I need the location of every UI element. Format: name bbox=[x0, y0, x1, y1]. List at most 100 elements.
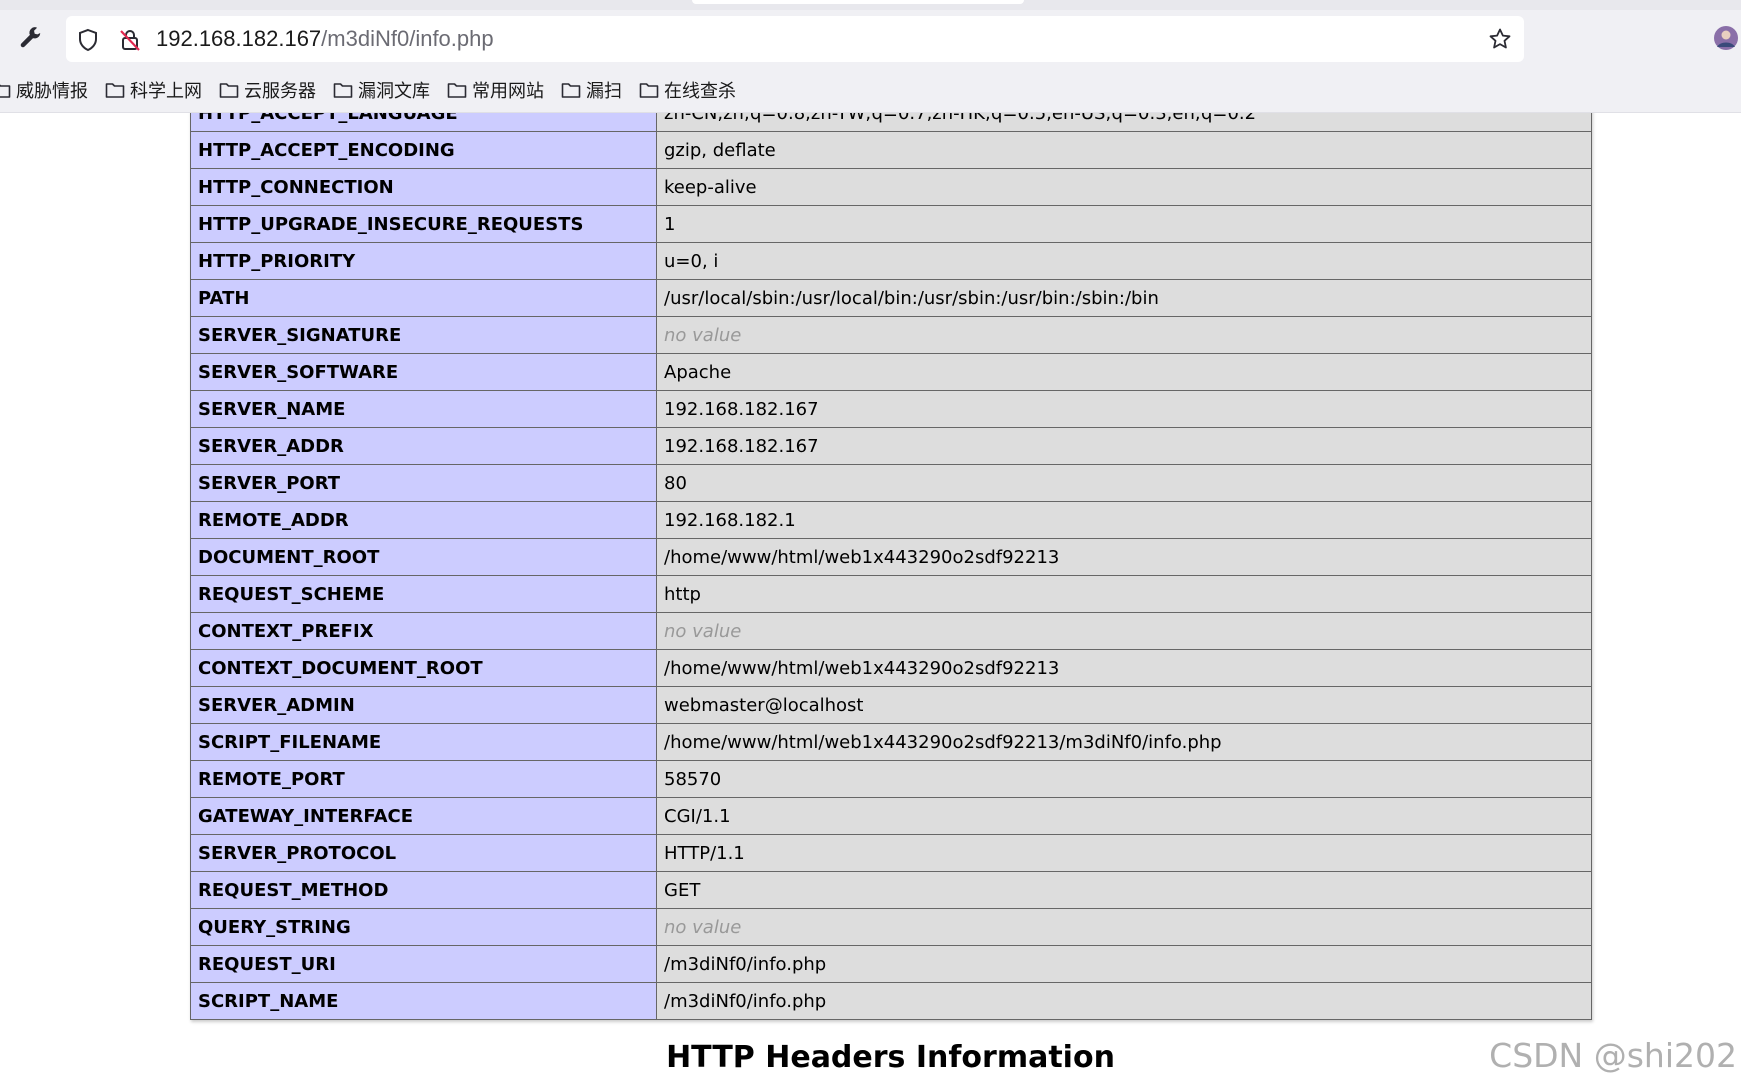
table-row: QUERY_STRING no value bbox=[190, 908, 1592, 946]
table-row: SERVER_SIGNATURE no value bbox=[190, 316, 1592, 354]
folder-icon bbox=[333, 81, 358, 99]
folder-icon bbox=[0, 81, 16, 99]
bookmark-label: 漏洞文库 bbox=[358, 81, 430, 102]
variable-name: REMOTE_ADDR bbox=[190, 501, 657, 539]
variable-name: QUERY_STRING bbox=[190, 908, 657, 946]
variable-value: webmaster@localhost bbox=[656, 686, 1592, 724]
bookmark-label: 常用网站 bbox=[472, 81, 544, 102]
variable-value: gzip, deflate bbox=[656, 131, 1592, 169]
browser-toolbar: 192.168.182.167/m3diNf0/info.php 威胁情报 科学上… bbox=[0, 0, 1741, 113]
variable-value: http bbox=[656, 575, 1592, 613]
variable-value: HTTP/1.1 bbox=[656, 834, 1592, 872]
watermark: CSDN @shi202 bbox=[1489, 1036, 1737, 1075]
variable-name: CONTEXT_DOCUMENT_ROOT bbox=[190, 649, 657, 687]
variable-name: SERVER_PROTOCOL bbox=[190, 834, 657, 872]
variable-value: /home/www/html/web1x443290o2sdf92213 bbox=[656, 649, 1592, 687]
variable-name: DOCUMENT_ROOT bbox=[190, 538, 657, 576]
no-value-label: no value bbox=[664, 916, 742, 938]
table-row: CONTEXT_PREFIX no value bbox=[190, 612, 1592, 650]
variable-name: PATH bbox=[190, 279, 657, 317]
table-row: SERVER_ADDR 192.168.182.167 bbox=[190, 427, 1592, 465]
folder-icon bbox=[105, 81, 130, 99]
server-variables-table: HTTP_ACCEPT_LANGUAGE zh-CN,zh;q=0.8,zh-TW… bbox=[190, 94, 1592, 1020]
active-tab[interactable] bbox=[692, 0, 1024, 4]
table-row: PATH/usr/local/sbin:/usr/local/bin:/usr/… bbox=[190, 279, 1592, 317]
url-text[interactable]: 192.168.182.167/m3diNf0/info.php bbox=[156, 16, 494, 62]
variable-name: SERVER_ADDR bbox=[190, 427, 657, 465]
variable-value: u=0, i bbox=[656, 242, 1592, 280]
variable-value: /m3diNf0/info.php bbox=[656, 982, 1592, 1020]
bookmark-star-icon[interactable] bbox=[1486, 25, 1514, 53]
address-bar[interactable]: 192.168.182.167/m3diNf0/info.php bbox=[66, 16, 1524, 62]
variable-name: SERVER_NAME bbox=[190, 390, 657, 428]
variable-name: SCRIPT_FILENAME bbox=[190, 723, 657, 761]
table-row: SERVER_SOFTWARE Apache bbox=[190, 353, 1592, 391]
variable-value: 192.168.182.1 bbox=[656, 501, 1592, 539]
table-row: SERVER_PORT 80 bbox=[190, 464, 1592, 502]
insecure-lock-icon[interactable] bbox=[116, 26, 144, 54]
profile-avatar-icon[interactable] bbox=[1712, 24, 1740, 52]
section-title: HTTP Headers Information bbox=[666, 1040, 1115, 1075]
table-row: DOCUMENT_ROOT/home/www/html/web1x443290o… bbox=[190, 538, 1592, 576]
table-row: SCRIPT_FILENAME/home/www/html/web1x44329… bbox=[190, 723, 1592, 761]
variable-value: no value bbox=[656, 908, 1592, 946]
variable-name: SERVER_PORT bbox=[190, 464, 657, 502]
bookmark-label: 科学上网 bbox=[130, 81, 202, 102]
variable-value: Apache bbox=[656, 353, 1592, 391]
bookmark-folder[interactable]: 在线查杀 bbox=[639, 77, 736, 103]
bookmark-folder[interactable]: 漏洞文库 bbox=[333, 77, 430, 103]
url-host: 192.168.182.167 bbox=[156, 26, 322, 51]
folder-icon bbox=[447, 81, 472, 99]
variable-value: GET bbox=[656, 871, 1592, 909]
bookmark-folder[interactable]: 威胁情报 bbox=[0, 77, 88, 103]
bookmark-label: 云服务器 bbox=[244, 81, 316, 102]
bookmark-folder[interactable]: 云服务器 bbox=[219, 77, 316, 103]
variable-name: HTTP_CONNECTION bbox=[190, 168, 657, 206]
no-value-label: no value bbox=[664, 324, 742, 346]
no-value-label: no value bbox=[664, 620, 742, 642]
table-row: SCRIPT_NAME/m3diNf0/info.php bbox=[190, 982, 1592, 1020]
variable-value: /home/www/html/web1x443290o2sdf92213 bbox=[656, 538, 1592, 576]
table-row: SERVER_NAME 192.168.182.167 bbox=[190, 390, 1592, 428]
variable-name: SERVER_SOFTWARE bbox=[190, 353, 657, 391]
variable-name: CONTEXT_PREFIX bbox=[190, 612, 657, 650]
variable-value: 58570 bbox=[656, 760, 1592, 798]
variable-name: REQUEST_SCHEME bbox=[190, 575, 657, 613]
variable-name: HTTP_ACCEPT_ENCODING bbox=[190, 131, 657, 169]
variable-value: 192.168.182.167 bbox=[656, 390, 1592, 428]
table-row: REQUEST_URI/m3diNf0/info.php bbox=[190, 945, 1592, 983]
table-row: REQUEST_SCHEME http bbox=[190, 575, 1592, 613]
variable-value: 80 bbox=[656, 464, 1592, 502]
page-content: HTTP_ACCEPT_LANGUAGE zh-CN,zh;q=0.8,zh-TW… bbox=[0, 0, 1741, 1087]
bookmark-folder[interactable]: 常用网站 bbox=[447, 77, 544, 103]
table-row: REQUEST_METHOD GET bbox=[190, 871, 1592, 909]
folder-icon bbox=[219, 81, 244, 99]
variable-value: /m3diNf0/info.php bbox=[656, 945, 1592, 983]
bookmark-folder[interactable]: 科学上网 bbox=[105, 77, 202, 103]
variable-name: SERVER_ADMIN bbox=[190, 686, 657, 724]
variable-value: 1 bbox=[656, 205, 1592, 243]
variable-value: no value bbox=[656, 316, 1592, 354]
variable-value: no value bbox=[656, 612, 1592, 650]
variable-value: /usr/local/sbin:/usr/local/bin:/usr/sbin… bbox=[656, 279, 1592, 317]
bookmarks-bar: 威胁情报 科学上网 云服务器 漏洞文库 常用网站 漏扫 在线查杀 bbox=[0, 72, 753, 108]
variable-value: 192.168.182.167 bbox=[656, 427, 1592, 465]
variable-name: HTTP_UPGRADE_INSECURE_REQUESTS bbox=[190, 205, 657, 243]
table-row: REMOTE_PORT 58570 bbox=[190, 760, 1592, 798]
table-row: SERVER_ADMIN webmaster@localhost bbox=[190, 686, 1592, 724]
table-row: HTTP_UPGRADE_INSECURE_REQUESTS 1 bbox=[190, 205, 1592, 243]
variable-value: CGI/1.1 bbox=[656, 797, 1592, 835]
table-row: SERVER_PROTOCOL HTTP/1.1 bbox=[190, 834, 1592, 872]
bookmark-label: 威胁情报 bbox=[16, 81, 88, 102]
table-row: HTTP_PRIORITY u=0, i bbox=[190, 242, 1592, 280]
table-row: HTTP_ACCEPT_ENCODING gzip, deflate bbox=[190, 131, 1592, 169]
bookmark-folder[interactable]: 漏扫 bbox=[561, 77, 622, 103]
variable-name: REQUEST_METHOD bbox=[190, 871, 657, 909]
wrench-icon[interactable] bbox=[14, 22, 48, 56]
table-row: GATEWAY_INTERFACE CGI/1.1 bbox=[190, 797, 1592, 835]
variable-name: REMOTE_PORT bbox=[190, 760, 657, 798]
variable-value: keep-alive bbox=[656, 168, 1592, 206]
variable-name: HTTP_PRIORITY bbox=[190, 242, 657, 280]
shield-icon[interactable] bbox=[74, 26, 102, 54]
variable-value: /home/www/html/web1x443290o2sdf92213/m3d… bbox=[656, 723, 1592, 761]
